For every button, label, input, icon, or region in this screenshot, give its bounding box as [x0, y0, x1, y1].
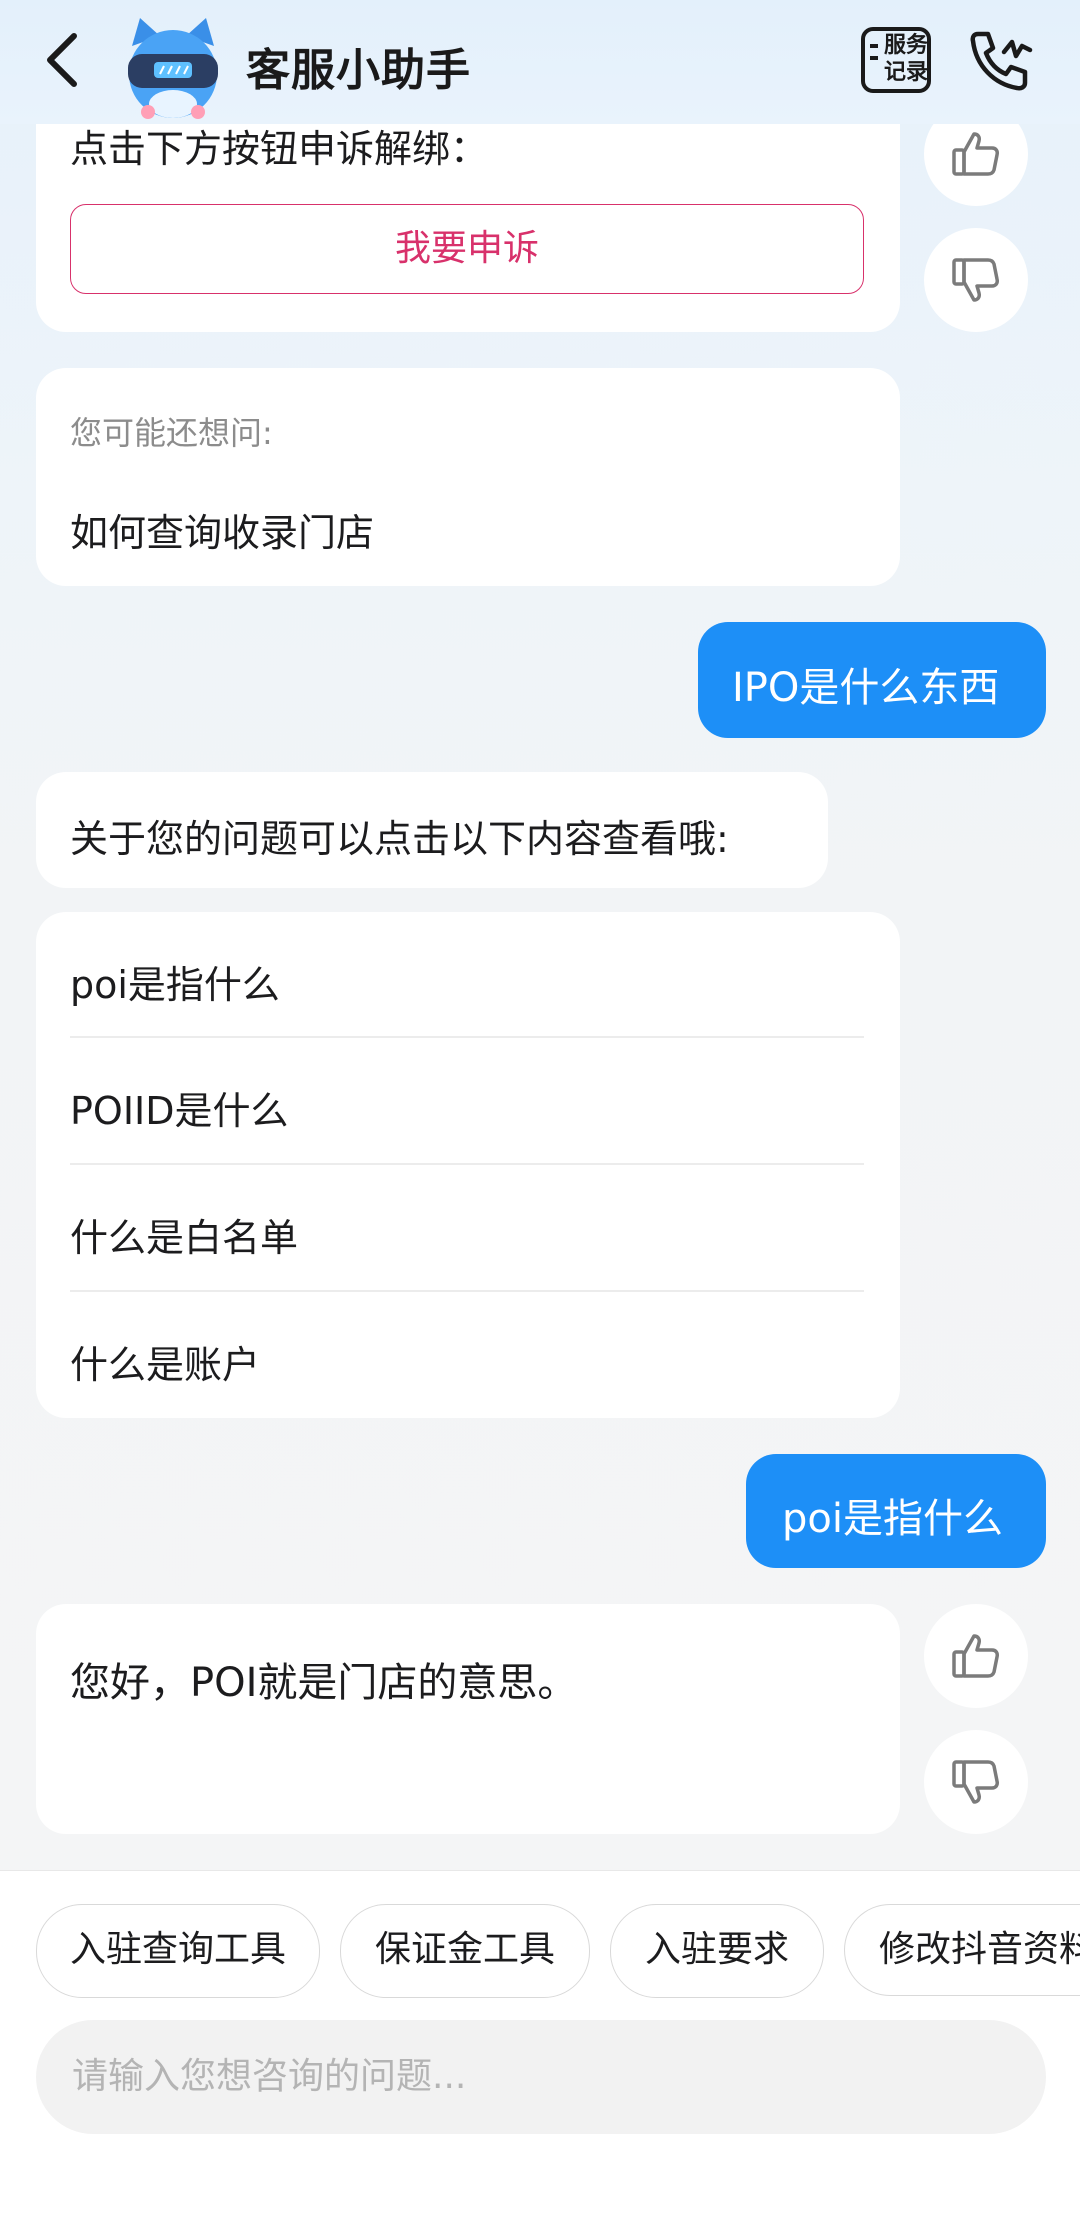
- bot-reply: 关于您的问题可以点击以下内容查看哦:: [36, 772, 828, 888]
- header-bar: 客服小助手 服务 记录: [0, 0, 1080, 124]
- dislike-button[interactable]: [924, 1730, 1028, 1834]
- bot-reply-text: 关于您的问题可以点击以下内容查看哦:: [70, 817, 729, 861]
- faq-divider: [70, 1163, 864, 1165]
- thumbs-up-icon: [952, 132, 999, 176]
- dislike-button[interactable]: [924, 228, 1028, 332]
- quick-action-chip[interactable]: 入驻要求: [610, 1904, 824, 1998]
- faq-item[interactable]: 什么是账户: [70, 1334, 260, 1389]
- user-message-text: IPO是什么东西: [732, 665, 1000, 711]
- suggest-label: 您可能还想问:: [70, 414, 273, 452]
- faq-item[interactable]: POIID是什么: [70, 1080, 289, 1135]
- quick-action-chip[interactable]: 入驻查询工具: [36, 1904, 320, 1998]
- service-record-label-2: 记录: [884, 60, 929, 85]
- appeal-button[interactable]: 我要申诉: [70, 204, 864, 294]
- user-message-text: poi是指什么: [782, 1496, 1003, 1542]
- thumbs-down-icon: [952, 258, 999, 302]
- quick-action-chip[interactable]: 保证金工具: [340, 1904, 590, 1998]
- faq-item[interactable]: poi是指什么: [70, 954, 280, 1009]
- thumbs-up-icon: [952, 1634, 999, 1678]
- suggest-item[interactable]: 如何查询收录门店: [70, 502, 374, 557]
- user-message: IPO是什么东西: [698, 622, 1046, 738]
- bot-answer-text: 您好，POI就是门店的意思。: [70, 1660, 578, 1706]
- appeal-card-text: 点击下方按钮申诉解绑：: [70, 127, 489, 171]
- chevron-left-icon[interactable]: [40, 30, 84, 90]
- user-message: poi是指什么: [746, 1454, 1046, 1568]
- message-input[interactable]: 请输入您想咨询的问题...: [36, 2020, 1046, 2134]
- like-button[interactable]: [924, 1604, 1028, 1708]
- faq-divider: [70, 1290, 864, 1292]
- page-title: 客服小助手: [246, 45, 471, 96]
- service-record-button[interactable]: 服务 记录: [860, 26, 932, 94]
- faq-item[interactable]: 什么是白名单: [70, 1207, 298, 1262]
- suggest-card: 您可能还想问: 如何查询收录门店: [36, 368, 900, 586]
- thumbs-down-icon: [952, 1760, 999, 1804]
- bot-answer: 您好，POI就是门店的意思。: [36, 1604, 900, 1834]
- service-record-label-1: 服务: [884, 33, 929, 58]
- faq-divider: [70, 1036, 864, 1038]
- phone-icon[interactable]: [964, 28, 1036, 92]
- robot-cat-avatar: [128, 18, 218, 119]
- quick-action-chip[interactable]: 修改抖音资料: [844, 1904, 1080, 1996]
